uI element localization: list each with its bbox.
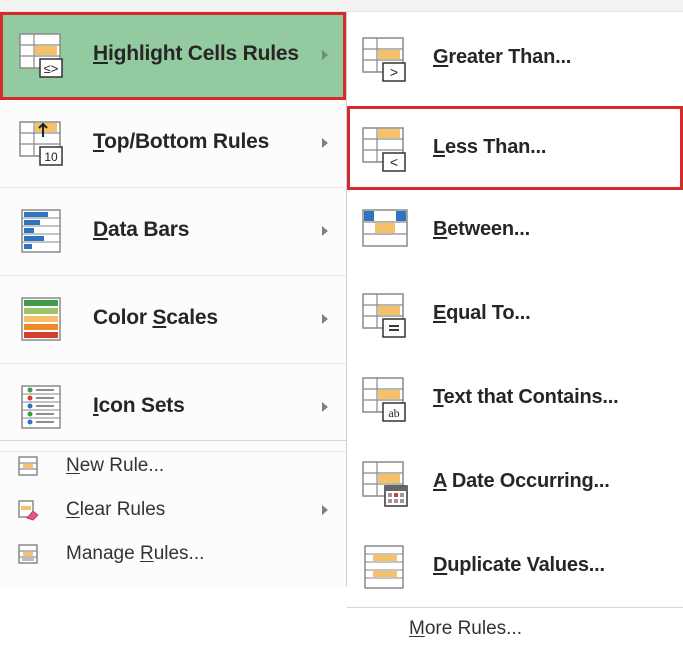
data-bars-icon: [21, 209, 61, 253]
menu-item-label: Color Scales: [93, 306, 218, 329]
manage-rules-icon: [18, 544, 38, 564]
submenu-item-label: Less Than...: [433, 136, 547, 158]
menu-item-label: Clear Rules: [66, 499, 166, 520]
color-scales-icon: [21, 297, 61, 341]
menu-item-label: Icon Sets: [93, 394, 185, 417]
submenu-arrow-icon: [322, 138, 328, 148]
menu-item-data-bars[interactable]: Data Bars: [0, 188, 346, 276]
submenu-item-equal-to[interactable]: Equal To...: [347, 272, 683, 356]
menu-item-color-scales[interactable]: Color Scales: [0, 276, 346, 364]
svg-text:<: <: [390, 154, 398, 170]
submenu-item-label: Equal To...: [433, 302, 531, 324]
submenu-item-label: Between...: [433, 218, 530, 240]
icon-sets-icon: [21, 385, 61, 429]
submenu-item-label: Text that Contains...: [433, 386, 619, 408]
menu-item-clear-rules[interactable]: Clear Rules: [0, 488, 346, 532]
submenu-item-date-occurring[interactable]: A Date Occurring...: [347, 440, 683, 524]
more-rules-link[interactable]: More Rules...: [409, 618, 522, 640]
submenu-separator: [347, 607, 683, 608]
submenu-item-between[interactable]: Between...: [347, 188, 683, 272]
svg-text:10: 10: [44, 150, 58, 164]
submenu-item-less-than[interactable]: < Less Than...: [347, 106, 683, 190]
highlight-cells-submenu: > Greater Than... < Less Than... Between…: [347, 12, 683, 652]
menu-item-label: Data Bars: [93, 218, 190, 241]
clear-rules-icon: [18, 500, 39, 521]
menu-item-top-bottom-rules[interactable]: 10 Top/Bottom Rules: [0, 100, 346, 188]
menu-item-label: Highlight Cells Rules: [93, 42, 299, 65]
submenu-item-label: A Date Occurring...: [433, 470, 610, 492]
equal-to-icon: [362, 293, 406, 338]
submenu-arrow-icon: [322, 50, 328, 60]
submenu-item-label: Greater Than...: [433, 46, 572, 68]
highlight-cells-rules-icon: ≤>: [19, 33, 63, 78]
ribbon-edge: [0, 0, 683, 12]
submenu-item-duplicate-values[interactable]: Duplicate Values...: [347, 524, 683, 608]
submenu-arrow-icon: [322, 505, 328, 515]
menu-separator: [0, 440, 346, 441]
between-icon: [362, 209, 408, 247]
menu-item-label: New Rule...: [66, 455, 165, 476]
submenu-arrow-icon: [322, 314, 328, 324]
menu-item-manage-rules[interactable]: Manage Rules...: [0, 532, 346, 576]
submenu-item-label: Duplicate Values...: [433, 554, 605, 576]
submenu-arrow-icon: [322, 402, 328, 412]
svg-text:ab: ab: [388, 406, 399, 420]
menu-item-new-rule[interactable]: New Rule...: [0, 444, 346, 488]
menu-item-highlight-cells-rules[interactable]: ≤> Highlight Cells Rules: [0, 12, 346, 100]
duplicate-values-icon: [364, 545, 404, 589]
menu-item-label: Top/Bottom Rules: [93, 130, 270, 153]
menu-item-icon-sets[interactable]: Icon Sets: [0, 364, 346, 452]
new-rule-icon: [18, 456, 38, 476]
date-occurring-icon: [362, 461, 408, 507]
top-bottom-rules-icon: 10: [19, 121, 63, 166]
svg-text:>: >: [390, 64, 398, 80]
svg-text:≤>: ≤>: [44, 61, 59, 76]
text-contains-icon: ab: [362, 377, 406, 422]
conditional-formatting-menu: ≤> Highlight Cells Rules 10 Top/Bottom R…: [0, 12, 346, 587]
submenu-arrow-icon: [322, 226, 328, 236]
less-than-icon: <: [362, 127, 406, 172]
greater-than-icon: >: [362, 37, 406, 82]
submenu-item-text-contains[interactable]: ab Text that Contains...: [347, 356, 683, 440]
submenu-item-greater-than[interactable]: > Greater Than...: [347, 16, 683, 100]
menu-item-label: Manage Rules...: [66, 543, 205, 564]
